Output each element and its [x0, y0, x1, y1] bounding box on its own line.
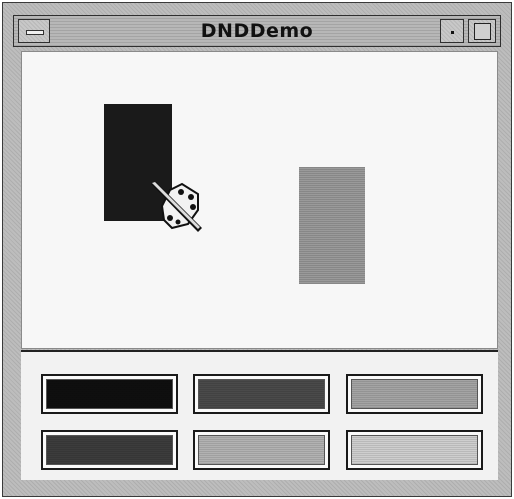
- swatch-1[interactable]: [41, 374, 178, 414]
- gray-rectangle[interactable]: [299, 167, 365, 284]
- window-title: DNDDemo: [200, 20, 314, 42]
- swatch-3[interactable]: [346, 374, 483, 414]
- paint-palette-cursor-icon: [151, 182, 202, 232]
- swatch-fill: [46, 435, 173, 465]
- title-bar[interactable]: DNDDemo: [13, 15, 501, 47]
- color-palette: [21, 350, 498, 480]
- swatch-fill: [351, 435, 478, 465]
- swatch-4[interactable]: [41, 430, 178, 470]
- drop-canvas[interactable]: [21, 51, 498, 349]
- minimize-icon: [451, 31, 454, 34]
- swatch-5[interactable]: [193, 430, 330, 470]
- swatch-fill: [351, 379, 478, 409]
- swatch-fill: [198, 435, 325, 465]
- dnddemo-window: DNDDemo: [2, 2, 512, 497]
- swatch-fill: [198, 379, 325, 409]
- maximize-button[interactable]: [468, 19, 496, 43]
- swatch-fill: [46, 379, 173, 409]
- swatch-2[interactable]: [193, 374, 330, 414]
- minimize-button[interactable]: [440, 19, 464, 43]
- maximize-icon: [474, 23, 491, 40]
- swatch-6[interactable]: [346, 430, 483, 470]
